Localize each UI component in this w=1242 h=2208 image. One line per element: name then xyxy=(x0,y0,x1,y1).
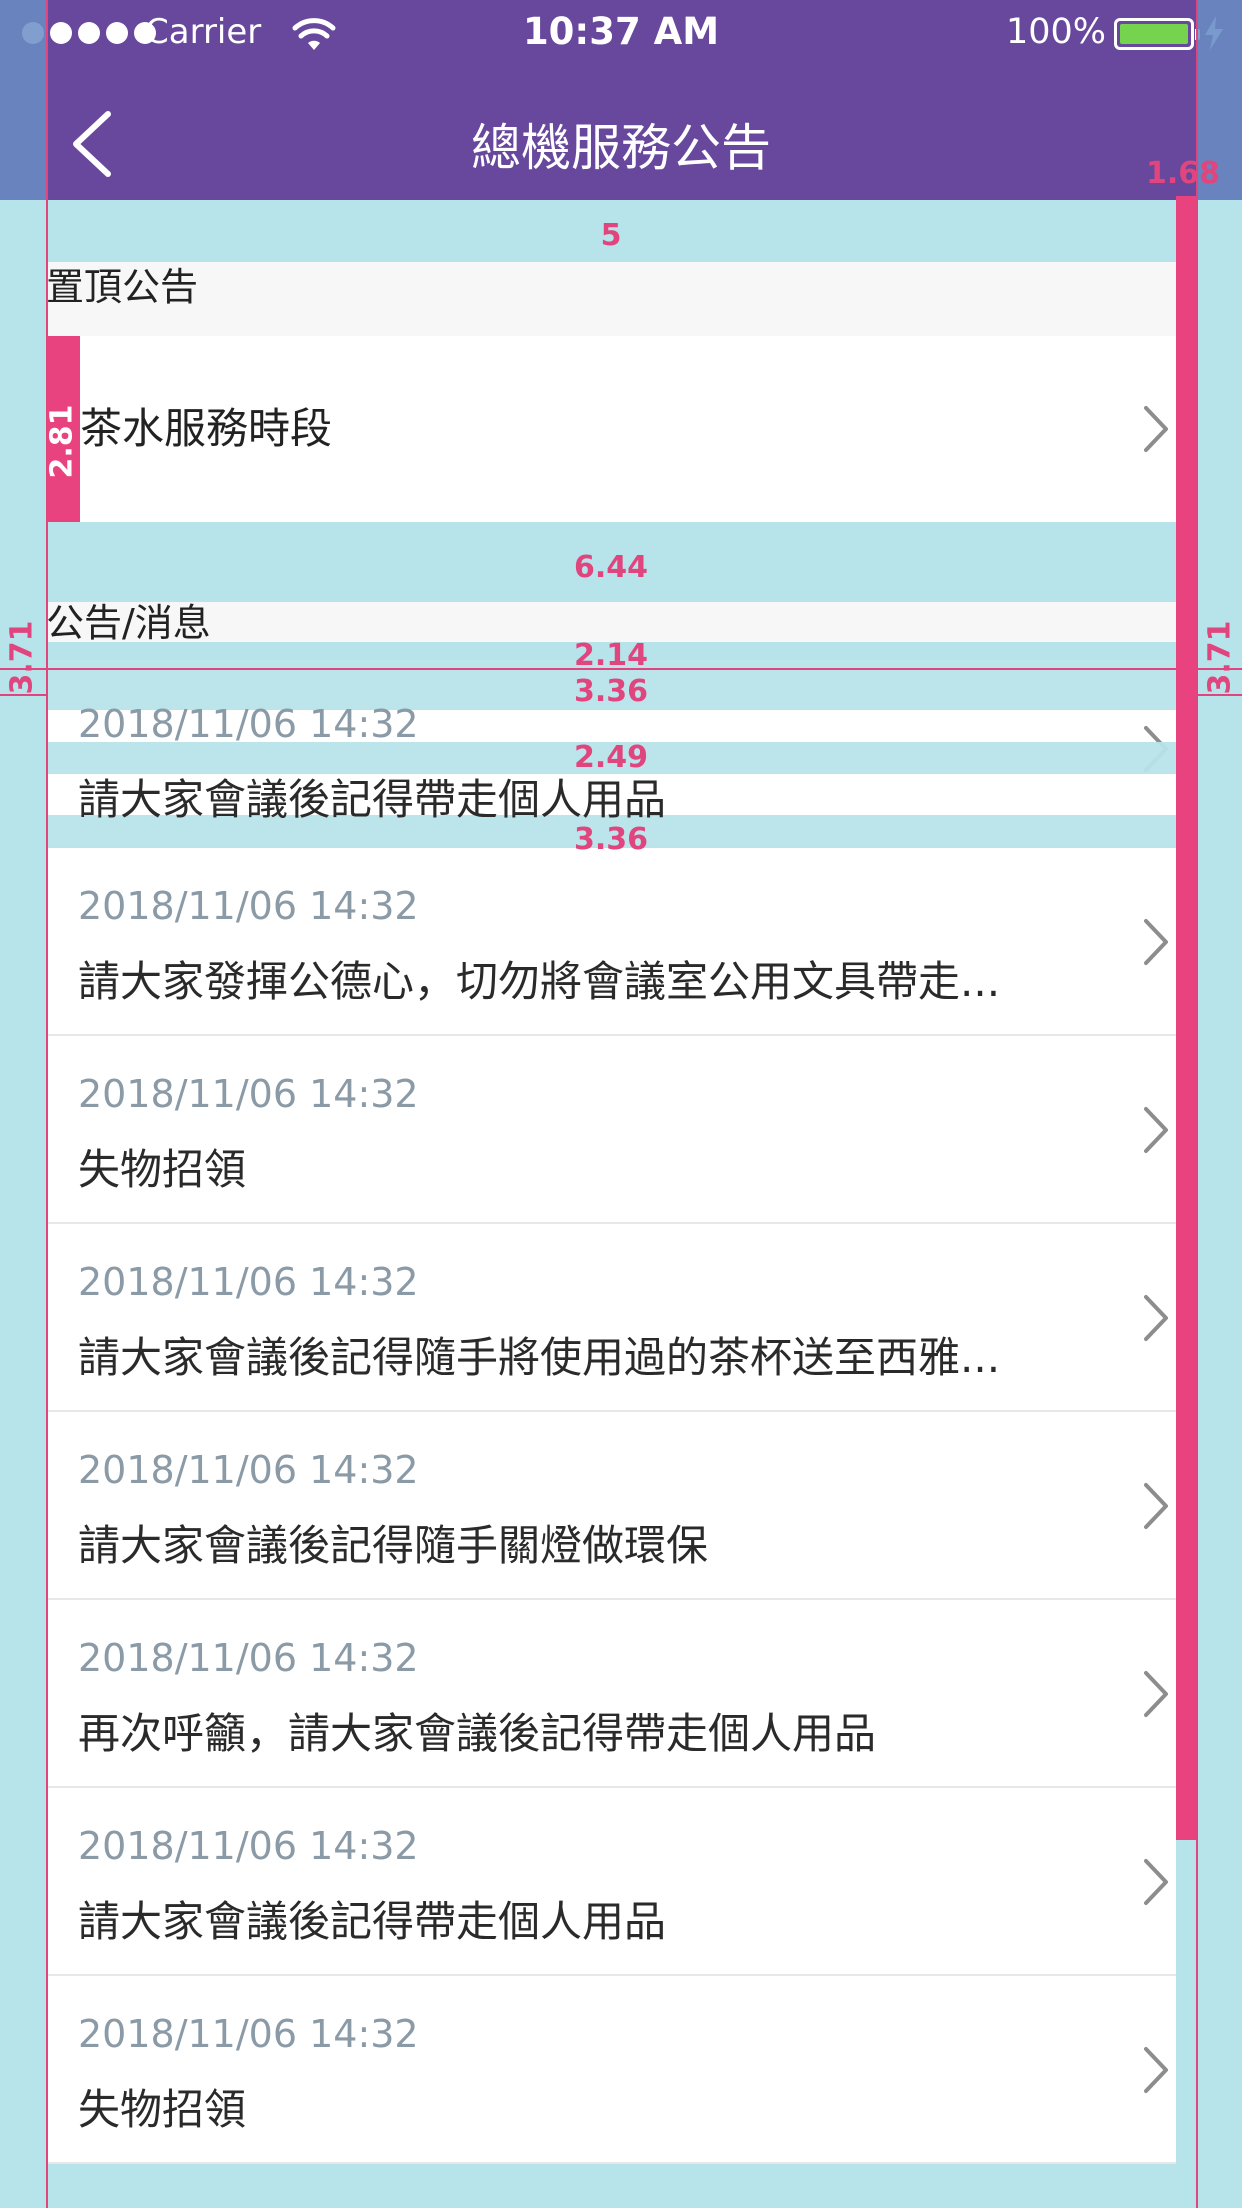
measure-label-2-14: 2.14 xyxy=(573,638,649,673)
announcement-date: 2018/11/06 14:32 xyxy=(78,1636,419,1680)
announcement-row[interactable]: 2018/11/06 14:32 失物招領 xyxy=(46,1976,1176,2164)
chevron-right-icon xyxy=(1144,1859,1168,1905)
chevron-right-icon xyxy=(1144,406,1168,452)
status-bar: Carrier 10:37 AM 100% xyxy=(0,0,1242,66)
announcement-text: 請大家會議後記得隨手將使用過的茶杯送至西雅... xyxy=(78,1333,1001,1382)
section-header-messages: 公告/消息 xyxy=(46,602,1176,642)
announcement-text: 請大家會議後記得隨手關燈做環保 xyxy=(78,1521,709,1570)
announcement-list: 置頂公告 茶水服務時段 公告/消息 xyxy=(46,200,1176,708)
chevron-right-icon xyxy=(1144,1483,1168,1529)
measure-label-3-71-left: 3.71 xyxy=(4,620,40,695)
measure-label-3-71-right: 3.71 xyxy=(1202,620,1238,695)
pinned-item-title: 茶水服務時段 xyxy=(80,404,333,453)
announcement-row[interactable]: 2018/11/06 14:32 請大家會議後記得帶走個人用品 xyxy=(46,1788,1176,1976)
measure-label-6-44: 6.44 xyxy=(573,550,649,585)
announcement-date: 2018/11/06 14:32 xyxy=(78,1072,419,1116)
section-header-pinned: 置頂公告 xyxy=(46,262,1176,336)
announcement-date: 2018/11/06 14:32 xyxy=(78,884,419,928)
announcement-date: 2018/11/06 14:32 xyxy=(78,702,419,746)
measure-label-2-81: 2.81 xyxy=(44,404,80,479)
measure-label-5: 5 xyxy=(600,218,622,253)
announcement-row[interactable]: 2018/11/06 14:32 再次呼籲，請大家會議後記得帶走個人用品 xyxy=(46,1600,1176,1788)
measure-label-1-68: 1.68 xyxy=(1145,156,1221,191)
guide-left-edge xyxy=(46,0,48,2208)
announcement-text: 請大家會議後記得帶走個人用品 xyxy=(78,775,667,824)
announcement-row[interactable]: 2018/11/06 14:32 請大家會議後記得隨手將使用過的茶杯送至西雅... xyxy=(46,1224,1176,1412)
chevron-right-icon xyxy=(1144,1295,1168,1341)
announcement-row[interactable]: 2018/11/06 14:32 失物招領 xyxy=(46,1036,1176,1224)
chevron-right-icon xyxy=(1144,919,1168,965)
announcement-text: 再次呼籲，請大家會議後記得帶走個人用品 xyxy=(78,1709,877,1758)
announcement-date: 2018/11/06 14:32 xyxy=(78,2012,419,2056)
announcement-row[interactable]: 2018/11/06 14:32 請大家會議後記得隨手關燈做環保 xyxy=(46,1412,1176,1600)
announcement-text: 請大家發揮公德心，切勿將會議室公用文具帶走... xyxy=(78,957,1001,1006)
pinned-item[interactable]: 茶水服務時段 xyxy=(46,336,1176,522)
measure-label-3-36-b: 3.36 xyxy=(573,822,649,857)
chevron-right-icon xyxy=(1144,1671,1168,1717)
announcement-date: 2018/11/06 14:32 xyxy=(78,1448,419,1492)
chevron-right-icon xyxy=(1144,1107,1168,1153)
announcement-row[interactable]: 2018/11/06 14:32 請大家發揮公德心，切勿將會議室公用文具帶走... xyxy=(46,848,1176,1036)
battery-percentage: 100% xyxy=(1006,12,1107,52)
screen: Carrier 10:37 AM 100% 總機服務公告 置頂公告 茶水服務時段… xyxy=(0,0,1242,2208)
announcement-text: 失物招領 xyxy=(78,2085,247,2134)
page-title: 總機服務公告 xyxy=(471,119,771,177)
overlay-left-top xyxy=(0,0,46,200)
overlay-right-margin xyxy=(1196,200,1242,2208)
announcement-text: 請大家會議後記得帶走個人用品 xyxy=(78,1897,667,1946)
overlay-pink-right-bar xyxy=(1176,196,1198,1840)
navigation-bar: Carrier 10:37 AM 100% 總機服務公告 xyxy=(0,0,1242,200)
overlay-left-margin xyxy=(0,200,46,2208)
battery-icon xyxy=(1114,18,1200,50)
announcement-date: 2018/11/06 14:32 xyxy=(78,1260,419,1304)
guide-right-edge xyxy=(1196,0,1198,2208)
announcement-date: 2018/11/06 14:32 xyxy=(78,1824,419,1868)
chevron-right-icon xyxy=(1144,2047,1168,2093)
announcement-text: 失物招領 xyxy=(78,1145,247,1194)
